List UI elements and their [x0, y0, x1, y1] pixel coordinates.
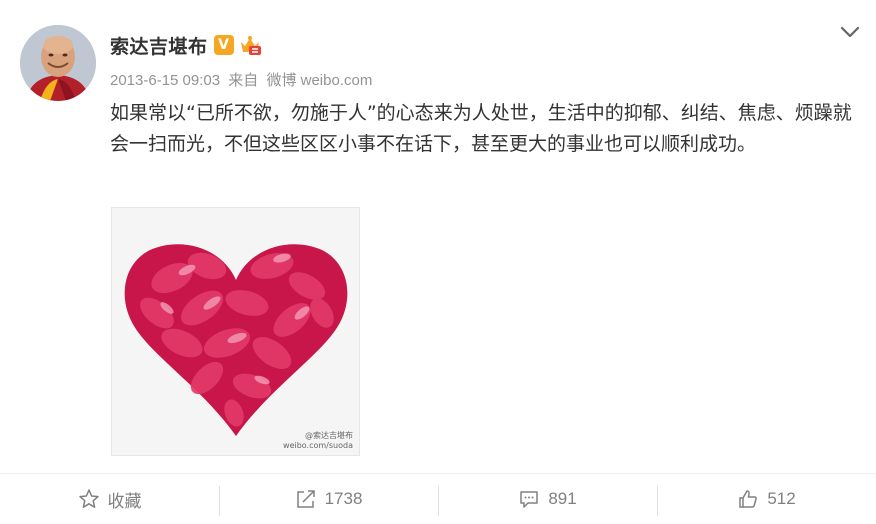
- post-text: 如果常以“已所不欲，勿施于人”的心态来为人处世，生活中的抑郁、纠结、焦虑、烦躁就…: [110, 102, 852, 155]
- verified-v-icon[interactable]: V: [213, 35, 234, 55]
- post-image[interactable]: @索达吉堪布 weibo.com/suoda: [111, 207, 360, 456]
- thumbs-up-icon: [739, 490, 758, 508]
- favorite-button[interactable]: 收藏: [0, 474, 219, 524]
- watermark-url: weibo.com/suoda: [283, 441, 353, 450]
- username-link[interactable]: 索达吉堪布: [110, 32, 208, 59]
- image-watermark: @索达吉堪布 weibo.com/suoda: [283, 431, 353, 451]
- watermark-author: @索达吉堪布: [305, 431, 353, 440]
- post-source[interactable]: 微博 weibo.com: [266, 72, 372, 89]
- user-avatar[interactable]: [20, 25, 96, 101]
- action-bar: 收藏 1738 891 512: [0, 474, 876, 524]
- repost-button[interactable]: 1738: [219, 474, 438, 524]
- monk-avatar-icon: [20, 25, 96, 101]
- user-row: 索达吉堪布 V: [110, 30, 262, 60]
- like-count: 512: [767, 489, 796, 508]
- chevron-down-icon[interactable]: [838, 22, 862, 42]
- favorite-label: 收藏: [107, 491, 142, 511]
- rose-petal-heart-image: [112, 208, 359, 455]
- share-arrow-icon: [296, 490, 315, 508]
- repost-count: 1738: [324, 489, 363, 508]
- comment-count: 891: [548, 489, 577, 508]
- comment-icon: [520, 491, 539, 508]
- weibo-post-card: 索达吉堪布 V 2013-6-15 09:03 来自 微博 weibo.com …: [0, 0, 876, 524]
- crown-badge-icon[interactable]: [238, 34, 262, 56]
- post-timestamp[interactable]: 2013-6-15 09:03: [110, 72, 220, 89]
- comment-button[interactable]: 891: [438, 474, 657, 524]
- post-meta: 2013-6-15 09:03 来自 微博 weibo.com: [110, 69, 376, 90]
- post-source-prefix: 来自: [228, 72, 259, 89]
- star-icon: [78, 489, 99, 508]
- like-button[interactable]: 512: [657, 474, 876, 524]
